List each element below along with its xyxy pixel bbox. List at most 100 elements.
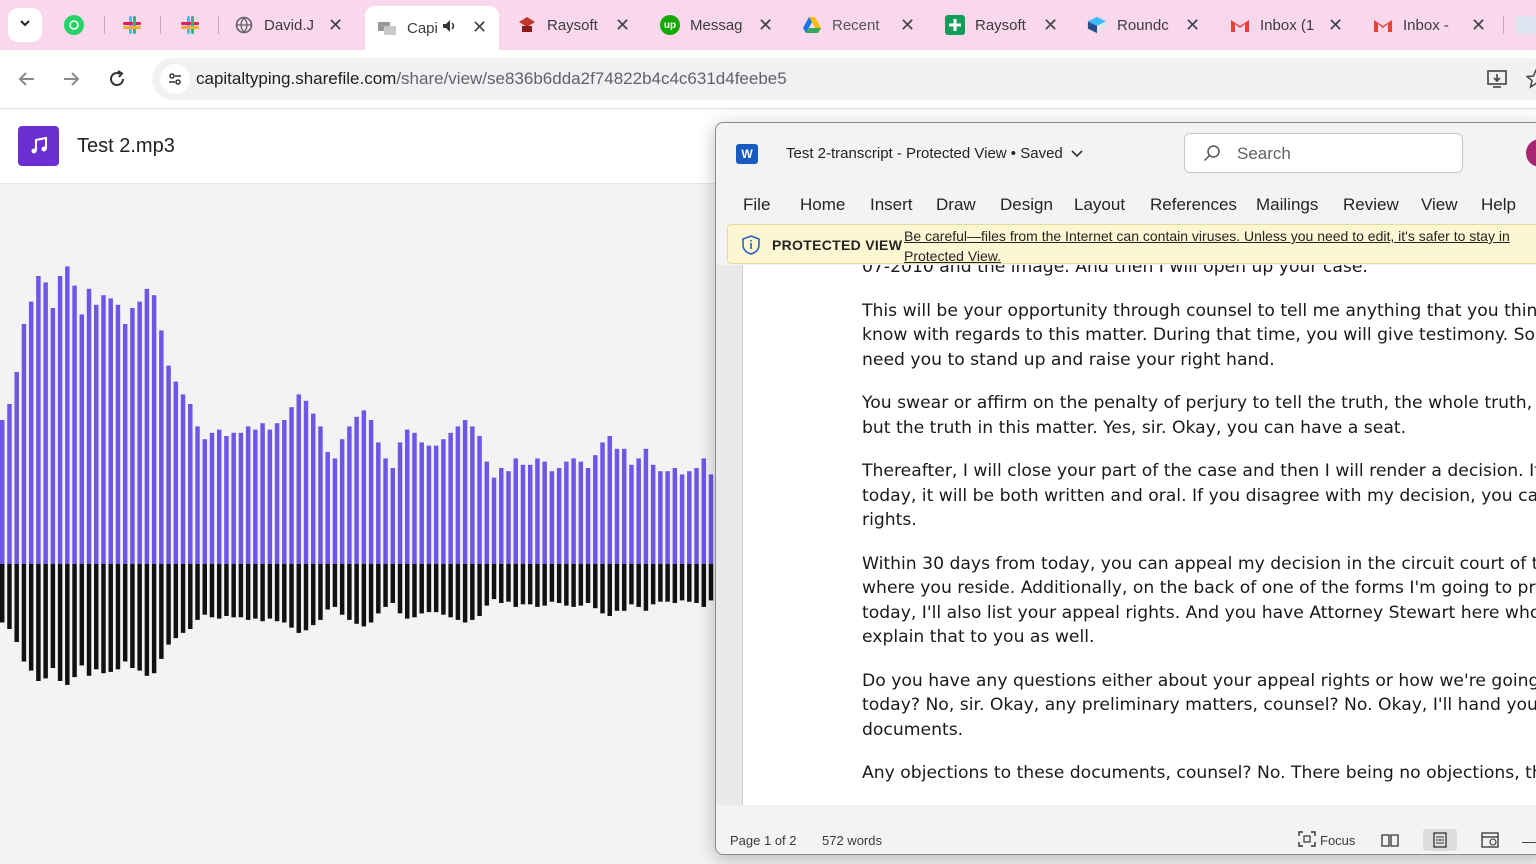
zoom-out-icon[interactable]: — <box>1522 833 1536 849</box>
close-icon[interactable]: ✕ <box>615 16 630 34</box>
read-mode-icon[interactable] <box>1373 829 1407 851</box>
waveform-bar-bottom <box>578 564 584 606</box>
waveform-bar-bottom <box>361 564 367 627</box>
waveform-bar-top <box>527 464 533 564</box>
document-paragraph: You swear or affirm on the penalty of pe… <box>862 391 1536 440</box>
waveform-bar-top <box>643 448 649 564</box>
tab-google-drive[interactable]: Recent ✕ <box>790 6 920 44</box>
document-line: documents. <box>862 719 964 740</box>
waveform-bar-top <box>151 295 157 564</box>
audio-waveform[interactable] <box>0 184 716 864</box>
waveform-bar-bottom <box>650 564 656 605</box>
waveform-bar-top <box>578 461 584 564</box>
tab-title: Raysoft <box>547 16 598 34</box>
waveform-bar-top <box>36 276 41 564</box>
menu-help[interactable]: Help <box>1481 195 1516 215</box>
tab-slack-1[interactable] <box>110 6 158 44</box>
close-icon[interactable]: ✕ <box>472 18 487 36</box>
menu-draw[interactable]: Draw <box>936 195 976 215</box>
menu-review[interactable]: Review <box>1343 195 1399 215</box>
close-icon[interactable]: ✕ <box>1043 16 1058 34</box>
waveform-bar-bottom <box>484 564 490 606</box>
site-info-icon[interactable] <box>160 64 190 94</box>
bookmark-star-icon[interactable] <box>1525 68 1536 94</box>
tab-partial[interactable] <box>1516 16 1536 34</box>
install-app-icon[interactable] <box>1487 70 1507 93</box>
word-title-bar: W Test 2-transcript - Protected View • S… <box>716 123 1536 183</box>
focus-icon <box>1298 831 1316 850</box>
url-text[interactable]: capitaltyping.sharefile.com/share/view/s… <box>196 69 787 89</box>
waveform-bar-bottom <box>542 564 547 606</box>
tab-upwork-messages[interactable]: up Messag ✕ <box>648 6 778 44</box>
waveform-bar-bottom <box>506 564 511 602</box>
url-host: capitaltyping.sharefile.com <box>196 69 397 88</box>
tab-whatsapp[interactable] <box>52 6 100 44</box>
upwork-icon: up <box>660 15 680 35</box>
waveform-bar-top <box>499 468 504 564</box>
tab-title: Capi <box>407 19 437 37</box>
roundcube-icon <box>1087 15 1107 35</box>
focus-mode-button[interactable]: Focus <box>1320 833 1355 848</box>
word-search-box[interactable]: Search <box>1184 133 1463 173</box>
waveform-bar-bottom <box>65 564 70 685</box>
document-line: Thereafter, I will close your part of th… <box>862 461 1536 481</box>
waveform-bar-top <box>209 432 215 564</box>
tab-raysoft-sheets[interactable]: Raysoft ✕ <box>933 6 1063 44</box>
tab-raysoft-1[interactable]: Raysoft ✕ <box>505 6 635 44</box>
tab-gmail-inbox-1[interactable]: Inbox (1 ✕ <box>1218 6 1348 44</box>
menu-mailings[interactable]: Mailings <box>1256 195 1318 215</box>
page-count[interactable]: Page 1 of 2 <box>730 833 797 848</box>
forward-button[interactable] <box>56 64 86 94</box>
close-icon[interactable]: ✕ <box>1328 16 1343 34</box>
waveform-bar-bottom <box>368 564 374 623</box>
close-icon[interactable]: ✕ <box>758 16 773 34</box>
menu-file[interactable]: File <box>743 195 770 215</box>
document-body[interactable]: 07-2010 and the image. And then I will o… <box>862 265 1536 805</box>
waveform-bar-top <box>14 372 19 564</box>
web-layout-icon[interactable] <box>1473 829 1507 851</box>
waveform-bar-bottom <box>122 564 128 662</box>
menu-references[interactable]: References <box>1150 195 1237 215</box>
tab-david[interactable]: David.J ✕ <box>222 6 362 44</box>
menu-design[interactable]: Design <box>1000 195 1053 215</box>
close-icon[interactable]: ✕ <box>1471 16 1486 34</box>
back-button[interactable] <box>12 64 42 94</box>
waveform-bar-bottom <box>701 564 707 607</box>
protected-view-message[interactable]: Be careful—files from the Internet can c… <box>904 226 1536 266</box>
raysoft-icon <box>517 15 537 35</box>
tab-slack-2[interactable] <box>168 6 216 44</box>
waveform-bar-top <box>339 439 345 564</box>
menu-view[interactable]: View <box>1421 195 1458 215</box>
waveform-bar-bottom <box>28 564 34 671</box>
reload-button[interactable] <box>102 64 132 94</box>
waveform-bar-bottom <box>231 564 236 618</box>
close-icon[interactable]: ✕ <box>900 16 915 34</box>
avatar[interactable] <box>1526 139 1536 167</box>
waveform-bar-bottom <box>621 564 627 611</box>
audio-playing-icon[interactable] <box>441 18 457 38</box>
word-count[interactable]: 572 words <box>822 833 882 848</box>
waveform-bar-top <box>188 404 193 564</box>
tab-sharefile-active[interactable]: Capi ✕ <box>365 6 499 50</box>
menu-home[interactable]: Home <box>800 195 845 215</box>
waveform-bar-top <box>520 464 526 564</box>
waveform-bar-bottom <box>115 564 121 670</box>
tab-roundcube[interactable]: Roundc ✕ <box>1075 6 1205 44</box>
close-icon[interactable]: ✕ <box>1185 16 1200 34</box>
tab-title: Recent <box>832 16 880 34</box>
waveform-bar-top <box>224 436 229 564</box>
close-icon[interactable]: ✕ <box>328 16 343 34</box>
tab-gmail-inbox-2[interactable]: Inbox - ✕ <box>1361 6 1491 44</box>
document-title[interactable]: Test 2-transcript - Protected View • Sav… <box>786 145 1083 162</box>
menu-layout[interactable]: Layout <box>1074 195 1125 215</box>
waveform-bar-top <box>600 442 605 564</box>
print-layout-icon[interactable] <box>1423 829 1457 851</box>
google-sheets-icon <box>945 15 965 35</box>
waveform-bar-top <box>202 439 207 564</box>
search-placeholder: Search <box>1237 144 1291 163</box>
menu-insert[interactable]: Insert <box>870 195 913 215</box>
waveform-bar-bottom <box>390 564 396 603</box>
tab-search-button[interactable] <box>8 8 42 42</box>
document-canvas[interactable]: 07-2010 and the image. And then I will o… <box>716 265 1536 805</box>
address-bar[interactable]: capitaltyping.sharefile.com/share/view/s… <box>152 58 1536 100</box>
